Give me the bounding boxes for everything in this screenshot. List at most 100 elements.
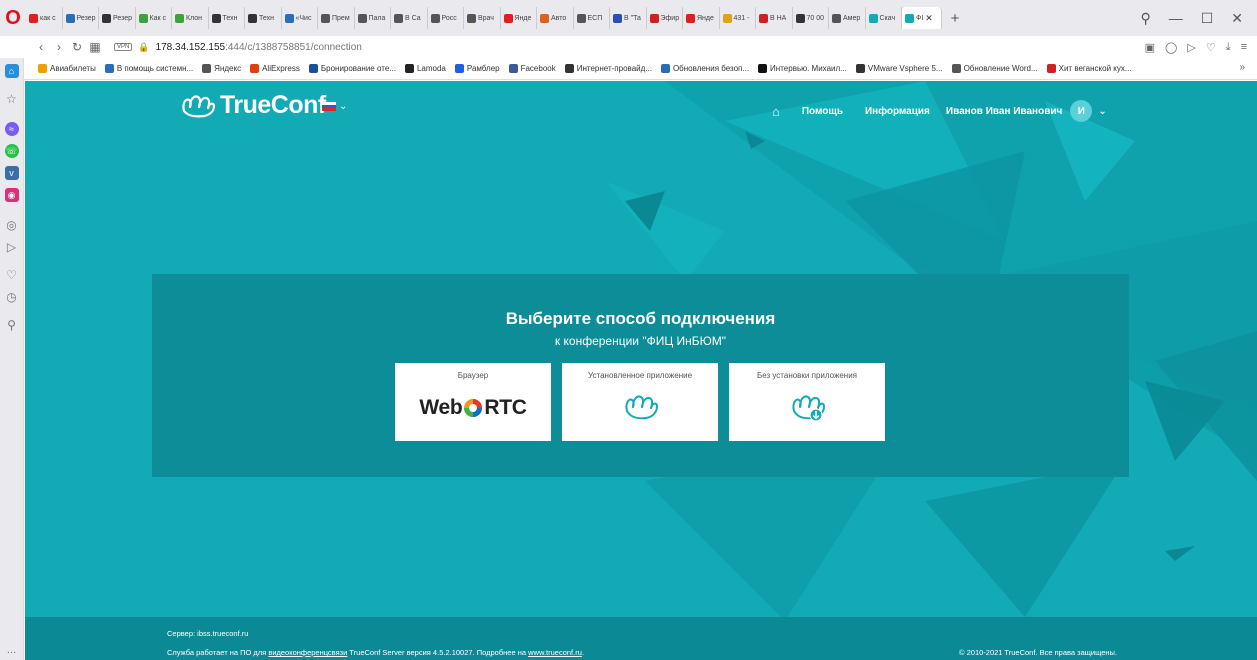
- favorites-icon[interactable]: ♡: [5, 268, 19, 282]
- bookmark-item[interactable]: Хит веганской кух...: [1046, 64, 1132, 73]
- send-icon[interactable]: ▷: [1187, 41, 1195, 54]
- clock-icon[interactable]: ◷: [5, 290, 19, 304]
- trueconf-site-link[interactable]: www.trueconf.ru: [528, 648, 582, 657]
- opera-menu-icon[interactable]: O: [0, 0, 26, 36]
- bookmark-item[interactable]: Обновления безоп...: [660, 64, 750, 73]
- browser-connect-card[interactable]: Браузер Web RTC: [395, 363, 551, 441]
- history-icon[interactable]: ◎: [5, 218, 19, 232]
- browser-tab[interactable]: В "Та: [610, 7, 647, 29]
- browser-tab[interactable]: 431 -: [720, 7, 756, 29]
- forward-icon[interactable]: ›: [50, 40, 68, 54]
- maximize-icon[interactable]: ☐: [1201, 10, 1214, 27]
- browser-tab[interactable]: ЕСП: [574, 7, 610, 29]
- whatsapp-icon[interactable]: ☏: [4, 144, 19, 158]
- conference-subtitle: к конференции "ФИЦ ИнБЮМ": [554, 334, 727, 348]
- bookmark-item[interactable]: Рамблер: [454, 64, 500, 73]
- url-field[interactable]: 178.34.152.155:444/c/1388758851/connecti…: [156, 42, 362, 53]
- bookmark-item[interactable]: Обновление Word...: [951, 64, 1038, 73]
- vks-link[interactable]: видеоконференцсвязи: [268, 648, 347, 657]
- reload-icon[interactable]: ↻: [68, 40, 86, 54]
- browser-tab[interactable]: Эфир: [647, 7, 683, 29]
- webrtc-logo-right: RTC: [484, 396, 527, 419]
- lock-icon[interactable]: 🔒: [138, 42, 149, 53]
- browser-tab[interactable]: Прем: [318, 7, 355, 29]
- browser-tab[interactable]: Врач: [464, 7, 501, 29]
- bookmark-item[interactable]: Авиабилеты: [38, 64, 96, 73]
- bookmark-item[interactable]: Бронирование оте...: [308, 64, 396, 73]
- bookmark-item[interactable]: Lamoda: [404, 64, 446, 73]
- flow-icon[interactable]: ▷: [5, 240, 19, 254]
- browser-tab[interactable]: Пала: [355, 7, 391, 29]
- tab-label: «Чис: [295, 14, 312, 22]
- bookmark-item[interactable]: AliExpress: [250, 64, 300, 73]
- browser-tab[interactable]: Как с: [136, 7, 172, 29]
- browser-tab[interactable]: Скач: [866, 7, 902, 29]
- browser-tab[interactable]: Резер: [99, 7, 136, 29]
- bookmark-item[interactable]: Facebook: [508, 64, 556, 73]
- browser-tab[interactable]: 70 00: [793, 7, 829, 29]
- menu-icon[interactable]: ≡: [1241, 41, 1247, 53]
- nav-help-link[interactable]: Помощь: [802, 106, 843, 117]
- language-selector[interactable]: ⌄: [322, 101, 347, 112]
- bookmark-label: Хит веганской кух...: [1058, 64, 1132, 73]
- instagram-icon[interactable]: ◉: [4, 188, 19, 202]
- tab-label: Техн: [259, 14, 274, 22]
- browser-tab[interactable]: как с: [26, 7, 63, 29]
- download-icon[interactable]: ⤓: [1226, 41, 1231, 54]
- browser-tab[interactable]: Клон: [172, 7, 209, 29]
- browser-tab[interactable]: Авто: [537, 7, 574, 29]
- close-tab-icon[interactable]: ✕: [925, 13, 933, 24]
- search-icon[interactable]: ⚲: [1140, 10, 1150, 27]
- browser-tab[interactable]: Росс: [428, 7, 464, 29]
- user-menu-chevron-icon[interactable]: ⌄: [1098, 106, 1106, 117]
- bookmark-label: Интервью. Михаил...: [770, 64, 847, 73]
- bookmark-label: Авиабилеты: [50, 64, 96, 73]
- browser-tab[interactable]: Техн: [209, 7, 245, 29]
- vk-icon[interactable]: v: [4, 166, 19, 180]
- service-info: Служба работает на ПО для видеоконференц…: [167, 648, 584, 657]
- browser-tab[interactable]: Техн: [245, 7, 282, 29]
- browser-tab[interactable]: Янде: [501, 7, 537, 29]
- browser-tab[interactable]: «Чис: [282, 7, 318, 29]
- tab-favicon-icon: [29, 13, 38, 23]
- back-icon[interactable]: ‹: [32, 40, 50, 54]
- bookmark-label: Яндекс: [214, 64, 242, 73]
- installed-app-card[interactable]: Установленное приложение: [562, 363, 718, 441]
- heart-icon[interactable]: ♡: [1206, 41, 1216, 54]
- nav-info-link[interactable]: Информация: [865, 106, 930, 117]
- home-sidebar-icon[interactable]: ⌂: [4, 64, 19, 78]
- cube-icon[interactable]: ◯: [1165, 41, 1177, 54]
- messenger-icon[interactable]: ≈: [4, 122, 19, 136]
- user-name[interactable]: Иванов Иван Иванович: [946, 106, 1062, 117]
- sidebar-more-icon[interactable]: …: [7, 645, 17, 656]
- browser-tab[interactable]: ФІ ✕: [902, 7, 942, 29]
- bookmark-label: Обновления безоп...: [672, 64, 750, 73]
- vpn-badge[interactable]: VPN: [114, 43, 133, 51]
- bookmark-item[interactable]: Яндекс: [202, 64, 241, 73]
- browser-tab[interactable]: В НА: [756, 7, 793, 29]
- bulb-icon[interactable]: ⚲: [5, 318, 19, 332]
- bookmark-item[interactable]: Интервью. Михаил...: [758, 64, 847, 73]
- new-tab-button[interactable]: +: [946, 10, 964, 27]
- browser-tab[interactable]: Янде: [683, 7, 720, 29]
- tab-favicon-icon: [503, 13, 513, 23]
- chevron-down-icon: ⌄: [339, 101, 348, 112]
- avatar[interactable]: И: [1070, 100, 1093, 122]
- browser-tab[interactable]: Амер: [829, 7, 866, 29]
- star-icon[interactable]: ☆: [5, 92, 19, 106]
- browser-tab[interactable]: В Са: [391, 7, 428, 29]
- bookmark-item[interactable]: В помощь системн...: [104, 64, 193, 73]
- no-install-card[interactable]: Без установки приложения: [729, 363, 885, 441]
- bookmark-item[interactable]: Интернет-провайд...: [564, 64, 652, 73]
- bookmarks-more-button[interactable]: »: [1239, 62, 1245, 73]
- home-icon[interactable]: ⌂: [772, 104, 780, 119]
- bookmark-favicon-icon: [508, 64, 518, 73]
- browser-tab[interactable]: Резер: [63, 7, 99, 29]
- trueconf-logo[interactable]: TrueConf: [180, 91, 326, 120]
- speed-dial-icon[interactable]: ▦: [86, 40, 104, 54]
- camera-icon[interactable]: ▣: [1145, 41, 1155, 54]
- bookmark-item[interactable]: VMware Vsphere 5...: [855, 64, 943, 73]
- minimize-icon[interactable]: —: [1169, 10, 1183, 26]
- russian-flag-icon: [322, 101, 336, 112]
- close-window-icon[interactable]: ✕: [1231, 10, 1243, 27]
